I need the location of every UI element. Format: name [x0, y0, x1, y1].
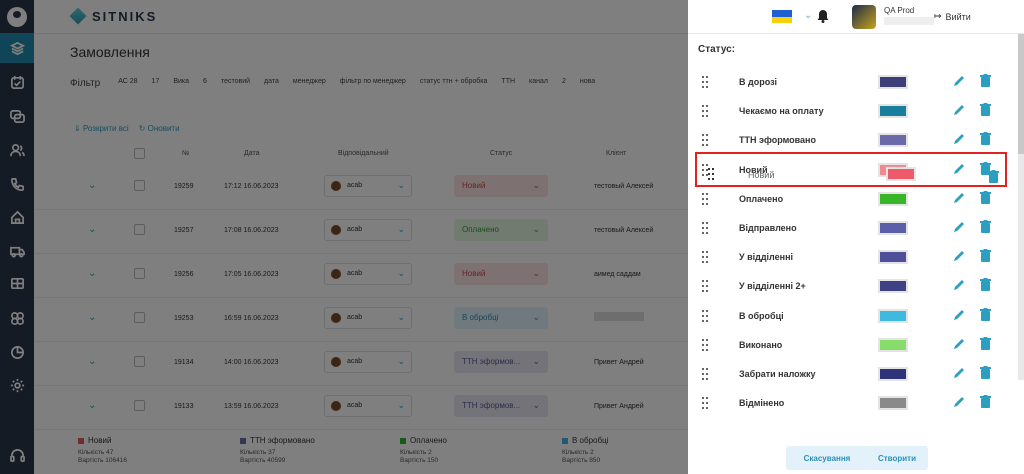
panel-title: Статус:: [698, 44, 736, 55]
status-row[interactable]: Відправлено: [688, 214, 1018, 243]
drag-ghost-swatch: [886, 167, 916, 181]
status-color-swatch[interactable]: [878, 367, 908, 381]
drag-handle-icon[interactable]: [702, 134, 709, 147]
status-name: У відділенні: [739, 252, 794, 263]
trash-icon[interactable]: [980, 220, 992, 234]
ukraine-flag-icon[interactable]: [772, 10, 792, 23]
status-row[interactable]: Виконано: [688, 331, 1018, 360]
chevron-down-icon[interactable]: ⌄: [804, 10, 812, 21]
status-name: Оплачено: [739, 193, 784, 204]
drag-handle-icon[interactable]: [702, 280, 709, 293]
status-color-swatch[interactable]: [878, 279, 908, 294]
trash-icon[interactable]: [980, 103, 992, 117]
pencil-icon[interactable]: [952, 74, 966, 88]
status-color-swatch[interactable]: [878, 104, 908, 119]
logout-button[interactable]: ↦ Вийти: [934, 11, 971, 22]
status-color-swatch[interactable]: [878, 221, 908, 235]
status-row[interactable]: Чекаємо на оплату: [688, 97, 1018, 126]
modal-backdrop[interactable]: [0, 0, 688, 474]
status-name: Чекаємо на оплату: [739, 106, 824, 117]
status-row[interactable]: В дорозі: [688, 68, 1018, 97]
status-color-swatch[interactable]: [878, 133, 908, 148]
pencil-icon[interactable]: [952, 132, 966, 146]
pencil-icon[interactable]: [952, 278, 966, 292]
status-color-swatch[interactable]: [878, 308, 908, 323]
status-row[interactable]: В обробці: [688, 302, 1018, 331]
drag-handle-icon[interactable]: [702, 368, 709, 380]
status-name: Відмінено: [739, 398, 785, 409]
logout-icon: ↦: [934, 11, 942, 21]
pencil-icon[interactable]: [952, 337, 966, 351]
bell-icon[interactable]: [817, 9, 829, 28]
status-name: Забрати наложку: [739, 369, 816, 379]
pencil-icon[interactable]: [952, 395, 966, 409]
status-name: Виконано: [739, 339, 783, 350]
cancel-button[interactable]: Скасування: [786, 446, 868, 470]
status-color-swatch[interactable]: [878, 191, 908, 206]
status-name: ТТН эформовано: [739, 135, 816, 146]
status-row[interactable]: Оплачено: [688, 185, 1018, 214]
drag-handle-icon[interactable]: [702, 105, 709, 118]
logout-label: Вийти: [945, 11, 971, 22]
drag-handle-icon[interactable]: [702, 251, 709, 264]
trash-icon[interactable]: [980, 307, 992, 322]
status-name: В дорозі: [739, 77, 778, 87]
user-subtitle-redacted: [884, 17, 934, 25]
status-name: У відділенні 2+: [739, 281, 806, 292]
drag-handle-icon[interactable]: [702, 309, 709, 322]
drag-handle-icon[interactable]: [702, 338, 709, 351]
user-avatar[interactable]: [852, 5, 876, 29]
trash-icon[interactable]: [980, 395, 992, 409]
status-color-swatch[interactable]: [878, 337, 908, 352]
status-row[interactable]: Відмінено: [688, 389, 1018, 418]
trash-icon[interactable]: [988, 170, 999, 183]
status-name: В обробці: [739, 310, 784, 321]
status-row[interactable]: У відділенні: [688, 243, 1018, 272]
scrollbar-thumb[interactable]: [1018, 34, 1024, 154]
drag-handle-icon[interactable]: [708, 168, 715, 180]
pencil-icon[interactable]: [952, 191, 966, 205]
drag-handle-icon[interactable]: [702, 222, 709, 234]
trash-icon[interactable]: [980, 190, 992, 205]
trash-icon[interactable]: [980, 278, 992, 292]
pencil-icon[interactable]: [952, 366, 966, 380]
trash-icon[interactable]: [980, 74, 992, 88]
drag-handle-icon[interactable]: [702, 192, 709, 205]
user-name: QA Prod: [884, 6, 915, 15]
drag-ghost-label: Новий: [748, 170, 775, 180]
pencil-icon[interactable]: [952, 249, 966, 263]
trash-icon[interactable]: [980, 366, 992, 380]
highlight-frame: [695, 152, 1007, 187]
status-row[interactable]: Забрати наложку: [688, 360, 1018, 389]
trash-icon[interactable]: [980, 249, 992, 263]
pencil-icon[interactable]: [952, 308, 966, 322]
pencil-icon[interactable]: [952, 103, 966, 117]
status-panel: Статус: В дорозі Чекаємо на оплату ТТН эфо…: [688, 34, 1024, 474]
status-color-swatch[interactable]: [878, 75, 908, 89]
status-color-swatch[interactable]: [878, 250, 908, 265]
status-row[interactable]: У відділенні 2+: [688, 272, 1018, 301]
trash-icon[interactable]: [980, 336, 992, 351]
drag-handle-icon[interactable]: [702, 76, 709, 88]
create-button[interactable]: Створити: [866, 446, 928, 470]
pencil-icon[interactable]: [952, 220, 966, 234]
status-color-swatch[interactable]: [878, 396, 908, 411]
trash-icon[interactable]: [980, 132, 992, 146]
drag-handle-icon[interactable]: [702, 397, 709, 410]
status-name: Відправлено: [739, 223, 797, 233]
